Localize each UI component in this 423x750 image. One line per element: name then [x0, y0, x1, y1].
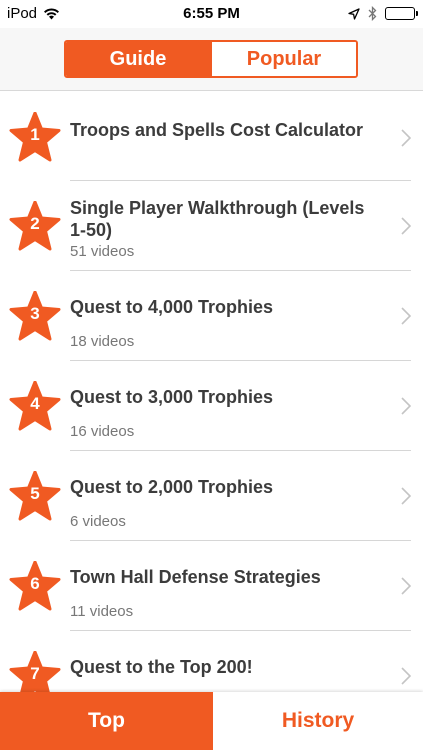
item-title: Troops and Spells Cost Calculator: [70, 120, 364, 140]
header: Guide Popular: [0, 28, 423, 91]
segment-popular[interactable]: Popular: [210, 42, 356, 76]
chevron-right-icon: [401, 577, 411, 595]
chevron-right-icon: [401, 397, 411, 415]
item-title: Quest to 4,000 Trophies: [70, 297, 274, 317]
star-badge-icon: 5: [9, 471, 61, 521]
item-number: 3: [30, 304, 40, 323]
star-badge-icon: 3: [9, 291, 61, 341]
star-badge-icon: 6: [9, 561, 61, 611]
battery-icon: [385, 7, 418, 20]
status-bar: iPod 6:55 PM: [0, 0, 423, 28]
star-badge-icon: 1: [9, 112, 61, 162]
item-number: 2: [30, 214, 40, 233]
segment-guide[interactable]: Guide: [66, 42, 210, 76]
item-title: Quest to 3,000 Trophies: [70, 387, 274, 407]
list-item[interactable]: 5 Quest to 2,000 Trophies 6 videos: [0, 451, 423, 541]
chevron-right-icon: [401, 217, 411, 235]
item-video-count: 51 videos: [70, 243, 135, 260]
item-number: 7: [30, 664, 40, 683]
list-item[interactable]: 6 Town Hall Defense Strategies 11 videos: [0, 541, 423, 631]
chevron-right-icon: [401, 667, 411, 685]
item-title: Quest to 2,000 Trophies: [70, 477, 274, 497]
list-item[interactable]: 2 Single Player Walkthrough (Levels 1-50…: [0, 181, 423, 271]
item-number: 4: [30, 394, 40, 413]
star-badge-icon: 7: [9, 651, 61, 692]
tab-history[interactable]: History: [213, 692, 423, 750]
item-video-count: 6 videos: [70, 513, 126, 530]
list-item[interactable]: 4 Quest to 3,000 Trophies 16 videos: [0, 361, 423, 451]
chevron-right-icon: [401, 129, 411, 147]
star-badge-icon: 4: [9, 381, 61, 431]
status-right: [348, 6, 418, 21]
bottom-tab-bar: Top History: [0, 692, 423, 750]
item-number: 5: [30, 484, 40, 503]
item-number: 6: [30, 574, 40, 593]
guide-list[interactable]: 1 Troops and Spells Cost Calculator 2 Si…: [0, 92, 423, 692]
item-title: Town Hall Defense Strategies: [70, 567, 321, 587]
segmented-control: Guide Popular: [64, 40, 358, 78]
list-item[interactable]: 7 Quest to the Top 200!: [0, 631, 423, 692]
star-badge-icon: 2: [9, 201, 61, 251]
location-arrow-icon: [348, 7, 360, 20]
item-title: Quest to the Top 200!: [70, 657, 253, 677]
bluetooth-icon: [368, 6, 377, 21]
item-video-count: 11 videos: [70, 603, 134, 620]
item-number: 1: [30, 125, 40, 144]
tab-top[interactable]: Top: [0, 692, 213, 750]
item-video-count: 16 videos: [70, 423, 135, 440]
item-title: Single Player Walkthrough (Levels 1-50): [70, 198, 365, 240]
chevron-right-icon: [401, 307, 411, 325]
list-item[interactable]: 1 Troops and Spells Cost Calculator: [0, 92, 423, 181]
item-video-count: 18 videos: [70, 333, 135, 350]
chevron-right-icon: [401, 487, 411, 505]
list-item[interactable]: 3 Quest to 4,000 Trophies 18 videos: [0, 271, 423, 361]
